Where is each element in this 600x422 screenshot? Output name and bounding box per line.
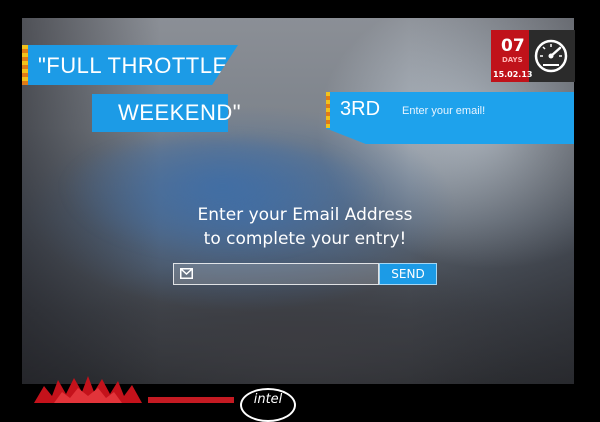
sponsor-badge — [148, 397, 234, 403]
rank-hint: Enter your email! — [402, 105, 486, 117]
flame-logo — [34, 376, 142, 403]
timer-unit: DAYS — [502, 56, 523, 64]
mail-icon — [180, 268, 193, 279]
title-line2: WEEKEND" — [118, 100, 242, 125]
intel-logo-text: intel — [253, 392, 283, 407]
rank-banner: 3RD Enter your email! — [326, 92, 574, 144]
email-form: SEND — [173, 263, 437, 285]
title-line1: "FULL THROTTLE — [38, 53, 228, 78]
title-banner-line2: WEEKEND" — [92, 94, 241, 132]
rank-label: 3RD — [340, 98, 381, 120]
email-input[interactable] — [200, 266, 380, 284]
banner-accent-stripe — [22, 45, 28, 85]
timer-date: 15.02.13 — [493, 70, 533, 79]
timer-value: 07 — [501, 36, 525, 56]
title-banner-line1: "FULL THROTTLE — [22, 45, 238, 85]
prompt-line2: to complete your entry! — [203, 229, 407, 249]
email-field[interactable] — [173, 263, 380, 285]
countdown-timer: 07 DAYS 15.02.13 — [491, 30, 575, 82]
prompt-line1: Enter your Email Address — [197, 205, 413, 225]
speedometer-icon — [534, 39, 568, 73]
send-button[interactable]: SEND — [379, 263, 437, 285]
rank-accent-stripe — [326, 92, 330, 128]
intel-logo: intel — [240, 388, 296, 422]
